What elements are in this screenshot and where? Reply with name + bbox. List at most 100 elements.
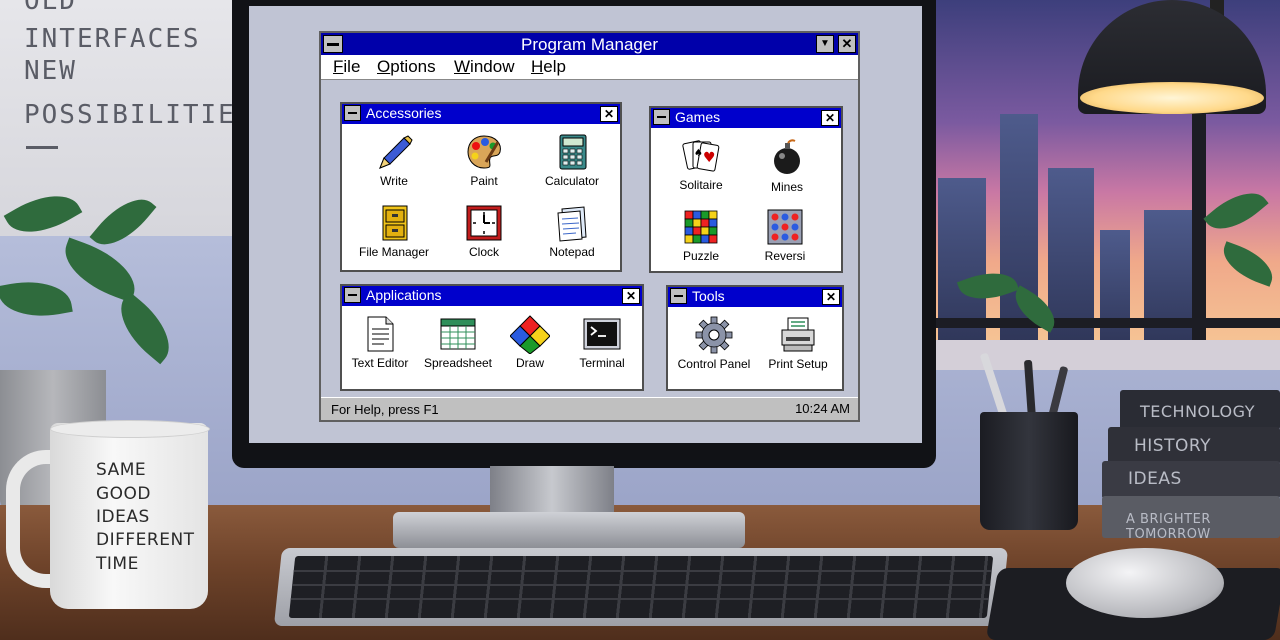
menu-bar: File Options Window Help xyxy=(321,55,858,80)
key-row-gap xyxy=(292,584,991,586)
calculator-icon xyxy=(552,132,592,172)
group-tools: Tools ✕ Control Panel Print Setup xyxy=(666,285,844,391)
menu-help[interactable]: Help xyxy=(531,57,566,77)
group-close-button[interactable]: ✕ xyxy=(600,106,618,122)
program-label: Puzzle xyxy=(682,249,720,263)
group-title: Accessories xyxy=(366,105,442,121)
keyboard-keys xyxy=(288,556,994,618)
book-spine: TECHNOLOGY xyxy=(1120,390,1280,430)
monitor-stand-base xyxy=(393,512,745,548)
group-title-bar[interactable]: Applications ✕ xyxy=(342,286,642,306)
group-title: Tools xyxy=(692,288,725,304)
program-write[interactable]: Write xyxy=(351,132,437,188)
program-label: Control Panel xyxy=(677,357,751,371)
group-close-button[interactable]: ✕ xyxy=(821,110,839,126)
spreadsheet-icon xyxy=(438,314,478,354)
building xyxy=(1144,210,1196,350)
bomb-icon xyxy=(767,138,807,178)
group-title-bar[interactable]: Tools ✕ xyxy=(668,287,842,307)
file-cabinet-icon xyxy=(374,203,414,243)
cards-icon: ♥ ♠ xyxy=(681,136,721,176)
group-title: Games xyxy=(675,109,721,125)
program-text-editor[interactable]: Text Editor xyxy=(337,314,423,370)
program-clock[interactable]: Clock xyxy=(441,203,527,259)
program-label: Terminal xyxy=(579,356,625,370)
group-title-bar[interactable]: Games ✕ xyxy=(651,108,841,128)
program-puzzle[interactable]: Puzzle xyxy=(658,207,744,263)
group-title-bar[interactable]: Accessories ✕ xyxy=(342,104,620,124)
program-file-manager[interactable]: File Manager xyxy=(351,203,437,259)
window-title: Program Manager xyxy=(520,35,658,54)
lamp-bulb-glow xyxy=(1080,82,1264,114)
program-notepad[interactable]: Notepad xyxy=(529,203,615,259)
menu-options[interactable]: Options xyxy=(377,57,436,77)
program-control-panel[interactable]: Control Panel xyxy=(671,315,757,371)
group-games: Games ✕ ♥ ♠ Solitaire Mines Puzzle Rever… xyxy=(649,106,843,273)
group-system-menu-button[interactable] xyxy=(670,288,687,304)
status-help-text: For Help, press F1 xyxy=(331,402,439,417)
program-label: File Manager xyxy=(358,245,430,259)
scene: OLD INTERFACES NEW POSSIBILITIES Program xyxy=(0,0,1280,640)
printer-icon xyxy=(778,315,818,355)
program-paint[interactable]: Paint xyxy=(441,132,527,188)
group-system-menu-button[interactable] xyxy=(653,109,670,125)
status-bar: For Help, press F1 10:24 AM xyxy=(321,397,858,420)
program-manager-workspace: Accessories ✕ Write Paint Calculator Fil… xyxy=(321,80,858,398)
mug-text-line: TIME xyxy=(96,554,139,574)
pen-icon xyxy=(374,132,414,172)
program-terminal[interactable]: Terminal xyxy=(559,314,645,370)
group-close-button[interactable]: ✕ xyxy=(822,289,840,305)
group-close-button[interactable]: ✕ xyxy=(622,288,640,304)
program-reversi[interactable]: Reversi xyxy=(742,207,828,263)
program-label: Text Editor xyxy=(351,356,409,370)
group-system-menu-button[interactable] xyxy=(344,105,361,121)
menu-file[interactable]: File xyxy=(333,57,360,77)
mug-text-line: GOOD xyxy=(96,484,152,504)
poster-line: INTERFACES xyxy=(24,24,201,54)
minimize-button[interactable]: ▼ xyxy=(816,35,834,53)
notepad-icon xyxy=(552,203,592,243)
document-icon xyxy=(360,314,400,354)
group-accessories: Accessories ✕ Write Paint Calculator Fil… xyxy=(340,102,622,272)
program-label: Reversi xyxy=(764,249,806,263)
program-print-setup[interactable]: Print Setup xyxy=(755,315,841,371)
pen-holder xyxy=(980,412,1078,530)
program-calculator[interactable]: Calculator xyxy=(529,132,615,188)
key-row-gap xyxy=(293,570,992,572)
clock-icon xyxy=(464,203,504,243)
svg-text:♥: ♥ xyxy=(703,150,716,166)
program-label: Mines xyxy=(770,180,803,194)
program-solitaire[interactable]: ♥ ♠ Solitaire xyxy=(658,136,744,192)
program-label: Clock xyxy=(468,245,499,259)
poster-line: NEW xyxy=(24,56,77,86)
group-applications: Applications ✕ Text Editor Spreadsheet D… xyxy=(340,284,644,391)
group-system-menu-button[interactable] xyxy=(344,287,361,303)
program-label: Solitaire xyxy=(679,178,723,192)
key-row-gap xyxy=(290,598,989,600)
poster-line: POSSIBILITIES xyxy=(24,100,254,130)
building xyxy=(1100,230,1130,350)
program-label: Calculator xyxy=(544,174,600,188)
poster-line: OLD xyxy=(24,0,77,16)
mug-text-line: SAME xyxy=(96,460,147,480)
terminal-icon xyxy=(582,314,622,354)
svg-text:♠: ♠ xyxy=(694,148,703,159)
mug-text-line: DIFFERENT xyxy=(96,530,195,550)
gear-icon xyxy=(694,315,734,355)
menu-window[interactable]: Window xyxy=(454,57,514,77)
keyboard xyxy=(273,548,1009,626)
program-mines[interactable]: Mines xyxy=(744,138,830,194)
mug-text-line: IDEAS xyxy=(96,507,150,527)
poster-dash xyxy=(26,146,58,149)
group-title: Applications xyxy=(366,287,442,303)
book-spine: HISTORY xyxy=(1108,427,1280,465)
palette-icon xyxy=(464,132,504,172)
program-label: Paint xyxy=(470,174,498,188)
program-label: Print Setup xyxy=(768,357,828,371)
book-spine: IDEAS xyxy=(1102,461,1280,499)
draw-shapes-icon xyxy=(509,314,551,355)
puzzle-grid-icon xyxy=(681,207,721,247)
close-button[interactable]: ✕ xyxy=(838,35,856,53)
title-bar[interactable]: Program Manager ▼ ✕ xyxy=(321,33,858,55)
status-clock: 10:24 AM xyxy=(795,401,850,416)
